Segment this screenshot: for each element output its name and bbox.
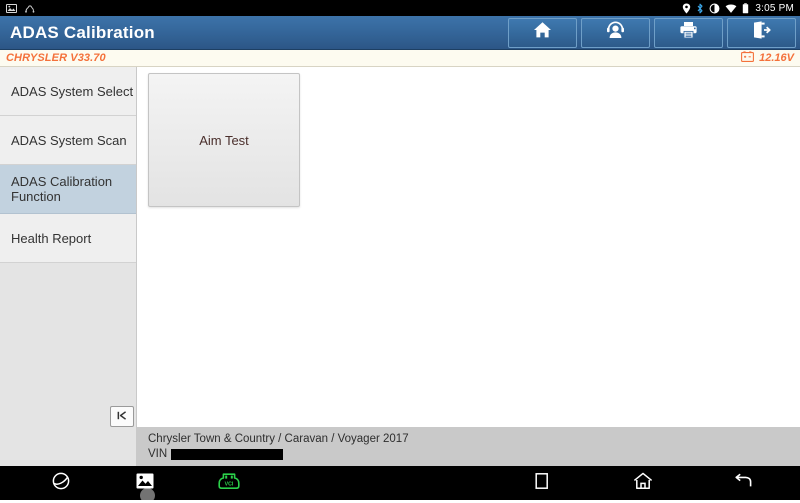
nav-recents-button[interactable] xyxy=(530,470,556,496)
header-button-group xyxy=(508,17,800,49)
touch-ripple xyxy=(140,488,155,503)
version-voltage-bar: CHRYSLER V33.70 12.16V xyxy=(0,50,800,67)
location-icon xyxy=(682,3,691,14)
collapse-left-icon xyxy=(116,408,128,426)
back-arrow-icon xyxy=(733,472,753,495)
globe-icon xyxy=(51,471,71,496)
battery-icon xyxy=(742,2,749,14)
nav-vci-button[interactable]: VCI xyxy=(216,470,242,496)
vin-redacted-bar xyxy=(171,449,284,460)
sidebar-item-adas-system-scan[interactable]: ADAS System Scan xyxy=(0,116,136,165)
header-support-button[interactable] xyxy=(581,17,650,48)
header-home-button[interactable] xyxy=(508,17,577,48)
sidebar-item-label: Health Report xyxy=(11,230,92,246)
nav-gallery-button[interactable] xyxy=(132,470,158,503)
vehicle-vin-row: VIN xyxy=(148,447,800,462)
wifi-icon xyxy=(725,3,737,14)
vehicle-info-bar: Chrysler Town & Country / Caravan / Voya… xyxy=(137,427,800,466)
vci-connector-icon: VCI xyxy=(218,472,240,495)
nav-right-group xyxy=(530,470,800,496)
sidebar-item-adas-system-select[interactable]: ADAS System Select xyxy=(0,67,136,116)
app-header: ADAS Calibration xyxy=(0,16,800,50)
vehicle-version-label: CHRYSLER V33.70 xyxy=(6,52,106,64)
header-exit-button[interactable] xyxy=(727,17,796,48)
sidebar-menu: ADAS System Select ADAS System Scan ADAS… xyxy=(0,67,136,263)
nav-back-button[interactable] xyxy=(730,470,756,496)
function-tile-aim-test[interactable]: Aim Test xyxy=(148,73,300,207)
vehicle-model-label: Chrysler Town & Country / Caravan / Voya… xyxy=(148,433,409,445)
vin-label: VIN xyxy=(148,448,168,460)
car-battery-icon xyxy=(741,49,755,67)
screenshot-icon xyxy=(6,3,17,14)
sidebar: ADAS System Select ADAS System Scan ADAS… xyxy=(0,67,137,466)
header-print-button[interactable] xyxy=(654,17,723,48)
sidebar-item-health-report[interactable]: Health Report xyxy=(0,214,136,263)
sidebar-item-label: ADAS System Select xyxy=(11,83,134,99)
android-navigation-bar: VCI xyxy=(0,466,800,503)
bluetooth-icon xyxy=(696,3,704,14)
sidebar-collapse-button[interactable] xyxy=(110,406,134,427)
sidebar-item-label: ADAS System Scan xyxy=(11,132,127,148)
printer-icon xyxy=(679,21,698,44)
home-icon xyxy=(533,21,552,44)
sidebar-item-label: ADAS Calibration Function xyxy=(11,174,113,204)
nav-home-button[interactable] xyxy=(630,470,656,496)
status-bar-clock: 3:05 PM xyxy=(755,2,794,14)
main-panel: Aim Test xyxy=(137,67,800,466)
voltage-group: 12.16V xyxy=(741,49,794,67)
sidebar-item-adas-calibration-function[interactable]: ADAS Calibration Function xyxy=(0,165,136,214)
nav-left-group: VCI xyxy=(0,470,400,503)
usb-debug-icon xyxy=(24,3,35,14)
house-icon xyxy=(633,472,653,495)
headset-person-icon xyxy=(606,21,625,44)
battery-voltage-value: 12.16V xyxy=(759,52,794,64)
android-status-bar: 3:05 PM xyxy=(0,0,800,16)
exit-door-icon xyxy=(752,21,771,44)
content-area: ADAS System Select ADAS System Scan ADAS… xyxy=(0,67,800,466)
nav-browser-button[interactable] xyxy=(48,470,74,496)
square-icon xyxy=(535,472,551,494)
tile-label: Aim Test xyxy=(199,132,249,148)
status-bar-left-icons xyxy=(6,3,35,14)
status-bar-right-icons: 3:05 PM xyxy=(682,3,794,14)
page-title: ADAS Calibration xyxy=(10,22,155,42)
brightness-icon xyxy=(709,3,720,14)
svg-text:VCI: VCI xyxy=(225,481,234,487)
adas-calibration-screen: 3:05 PM ADAS Calibration CHRYSLER V33.70… xyxy=(0,0,800,503)
